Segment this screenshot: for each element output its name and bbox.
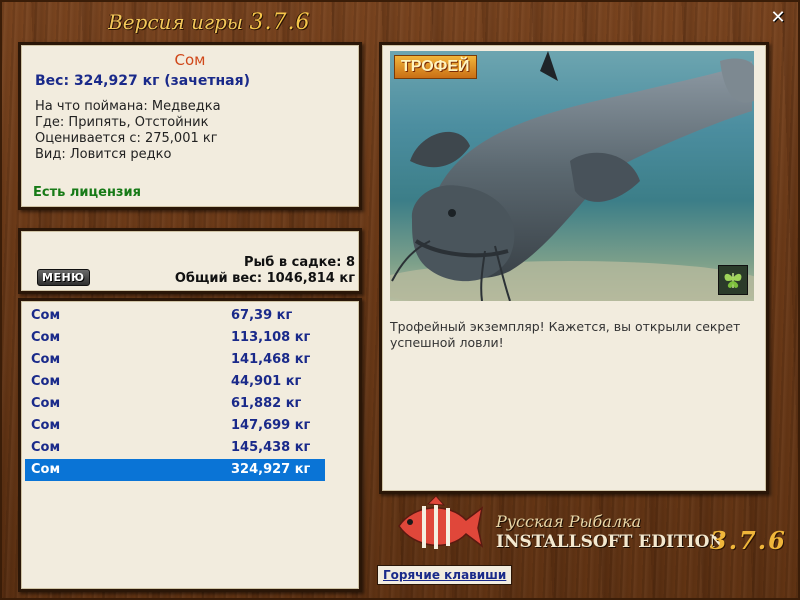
logo-edition: INSTALLSOFT EDITION [496,532,725,552]
butterfly-glyph [724,273,742,288]
window-title: Версия игры 3.7.6 [108,10,310,35]
trophy-description: Трофейный экземпляр! Кажется, вы открыли… [390,319,741,350]
list-item-weight: 113,108 кг [231,330,311,345]
menu-button[interactable]: МЕНЮ [37,269,90,286]
logo-version: 3.7.6 [710,526,787,555]
list-item[interactable]: Сом 61,882 кг [25,393,325,415]
list-item-name: Сом [31,418,61,433]
list-item[interactable]: Сом 147,699 кг [25,415,325,437]
list-item-weight: 324,927 кг [231,462,311,477]
list-item[interactable]: Сом 67,39 кг [25,305,325,327]
list-item-name: Сом [31,330,61,345]
fish-photo-panel: ТРОФЕЙ Трофейный экземпляр! Кажется, вы … [379,42,769,494]
catfish-illustration [390,51,754,301]
fish-photo: ТРОФЕЙ [390,51,754,301]
fish-name: Сом [174,51,206,69]
list-item-name: Сом [31,352,61,367]
fish-rarity: Вид: Ловится редко [35,147,172,162]
window-title-text: Версия игры [108,10,244,34]
license-status: Есть лицензия [33,185,141,200]
fish-location: Где: Припять, Отстойник [35,115,209,130]
butterfly-icon[interactable] [718,265,748,295]
fish-logo-icon [398,496,484,549]
list-item-weight: 44,901 кг [231,374,302,389]
list-item-name: Сом [31,396,61,411]
close-icon[interactable]: ✕ [768,8,788,28]
window-title-version: 3.7.6 [249,10,311,35]
game-window: Версия игры 3.7.6 ✕ Сом Вес: 324,927 кг … [0,0,800,600]
list-item-weight: 61,882 кг [231,396,302,411]
list-item[interactable]: Сом 44,901 кг [25,371,325,393]
list-item-weight: 141,468 кг [231,352,311,367]
fish-weight: Вес: 324,927 кг (зачетная) [35,73,250,89]
list-item-weight: 67,39 кг [231,308,293,323]
keepnet-summary-panel: МЕНЮ Рыб в садке: 8 Общий вес: 1046,814 … [18,228,362,294]
fish-valued-from: Оценивается с: 275,001 кг [35,131,218,146]
catch-list-panel: Сом 67,39 кг Сом 113,108 кг Сом 141,468 кг … [18,298,362,592]
game-logo: Русская Рыбалка INSTALLSOFT EDITION 3.7.… [394,496,794,562]
list-item[interactable]: Сом 141,468 кг [25,349,325,371]
catch-list: Сом 67,39 кг Сом 113,108 кг Сом 141,468 кг … [25,305,325,481]
list-item[interactable]: Сом 113,108 кг [25,327,325,349]
trophy-badge: ТРОФЕЙ [394,55,477,79]
list-item-name: Сом [31,440,61,455]
list-item[interactable]: Сом 145,438 кг [25,437,325,459]
list-item-name: Сом [31,374,61,389]
list-item-weight: 145,438 кг [231,440,311,455]
fish-info-panel: Сом Вес: 324,927 кг (зачетная) На что по… [18,42,362,210]
list-item-selected[interactable]: Сом 324,927 кг [25,459,325,481]
fish-bait: На что поймана: Медведка [35,99,221,114]
list-item-weight: 147,699 кг [231,418,311,433]
list-item-name: Сом [31,462,61,477]
logo-title: Русская Рыбалка [496,512,642,531]
keepnet-count: Рыб в садке: 8 [243,255,355,270]
keepnet-total-weight: Общий вес: 1046,814 кг [174,271,355,286]
list-item-name: Сом [31,308,61,323]
hotkeys-button[interactable]: Горячие клавиши [377,565,513,585]
